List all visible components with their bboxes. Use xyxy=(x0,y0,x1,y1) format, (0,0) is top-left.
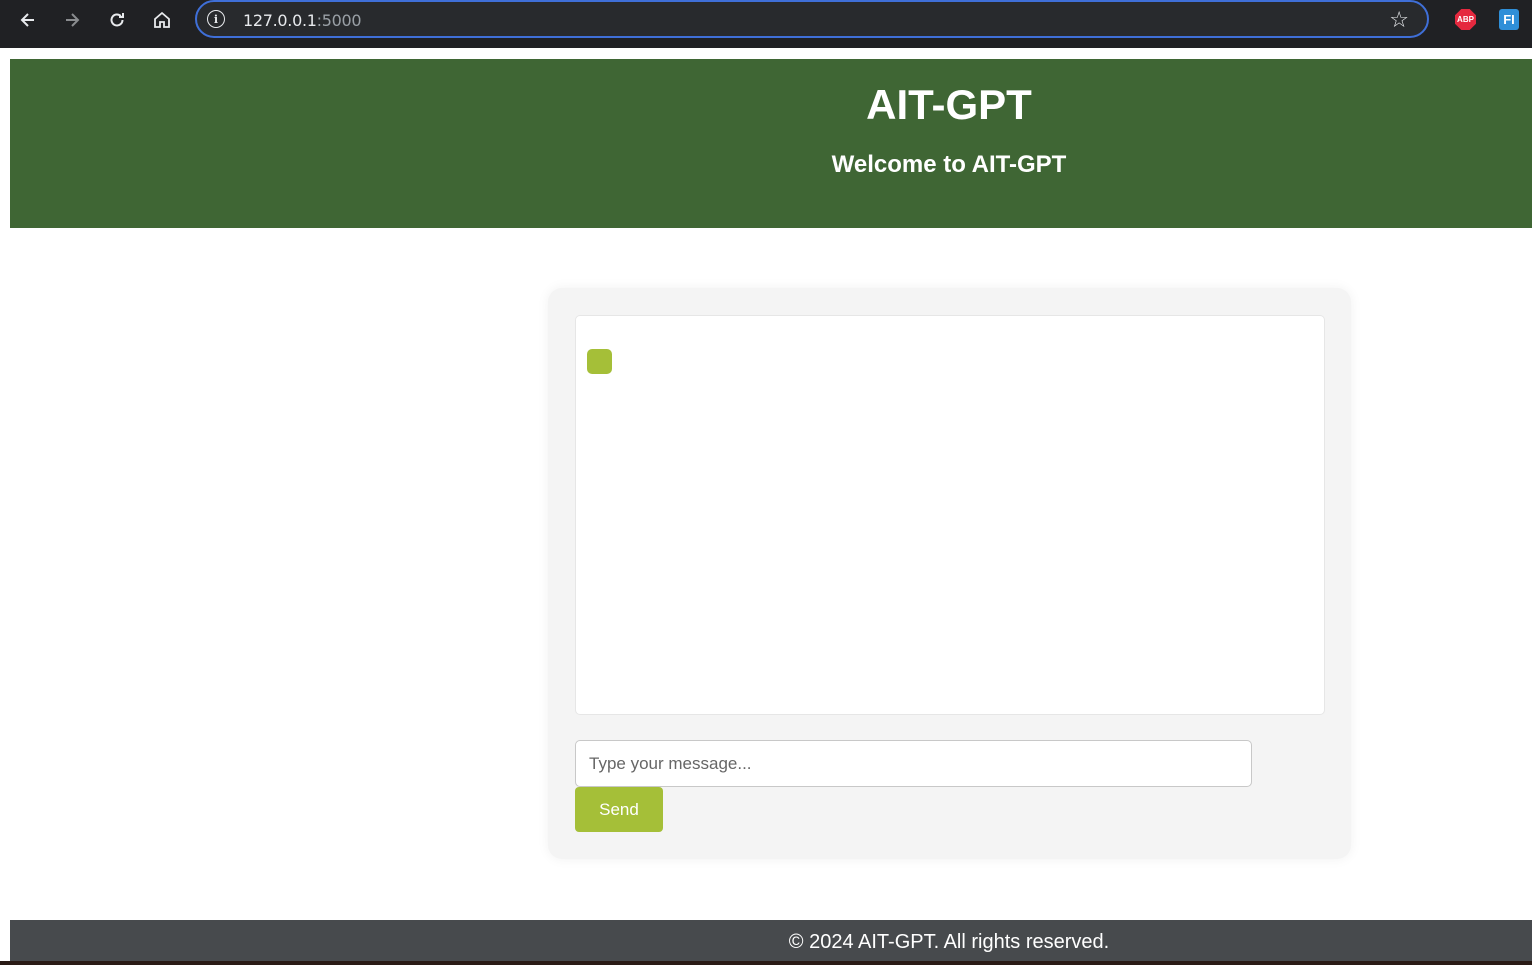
message-input[interactable] xyxy=(575,740,1252,787)
home-icon[interactable] xyxy=(146,6,178,34)
message-bubble xyxy=(587,349,612,374)
abp-label: ABP xyxy=(1457,15,1474,24)
address-bar[interactable]: i 127.0.0.1:5000 ☆ xyxy=(195,0,1429,38)
chat-messages[interactable] xyxy=(575,315,1325,715)
footer-copyright: © 2024 AIT-GPT. All rights reserved. xyxy=(788,931,1110,953)
taskbar-edge xyxy=(0,961,1532,965)
page-subtitle: Welcome to AIT-GPT xyxy=(831,151,1067,178)
page-title: AIT-GPT xyxy=(866,81,1032,128)
reload-icon[interactable] xyxy=(101,6,133,34)
fi-extension-icon[interactable]: FI xyxy=(1499,9,1519,30)
url-text[interactable]: 127.0.0.1:5000 xyxy=(243,11,362,30)
site-info-icon[interactable]: i xyxy=(207,10,225,28)
fi-label: FI xyxy=(1503,12,1515,27)
url-host: 127.0.0.1 xyxy=(243,11,317,30)
bookmark-star-icon[interactable]: ☆ xyxy=(1389,8,1409,33)
site-footer: © 2024 AIT-GPT. All rights reserved. xyxy=(10,920,1532,961)
site-header: AIT-GPT Welcome to AIT-GPT xyxy=(10,59,1532,228)
forward-icon[interactable] xyxy=(56,6,88,34)
adblock-extension-icon[interactable]: ABP xyxy=(1455,9,1476,30)
chat-container: Send xyxy=(548,288,1351,859)
back-icon[interactable] xyxy=(12,6,44,34)
url-port: :5000 xyxy=(316,11,362,30)
send-button[interactable]: Send xyxy=(575,787,663,832)
browser-toolbar: i 127.0.0.1:5000 ☆ ABP FI xyxy=(0,0,1532,48)
